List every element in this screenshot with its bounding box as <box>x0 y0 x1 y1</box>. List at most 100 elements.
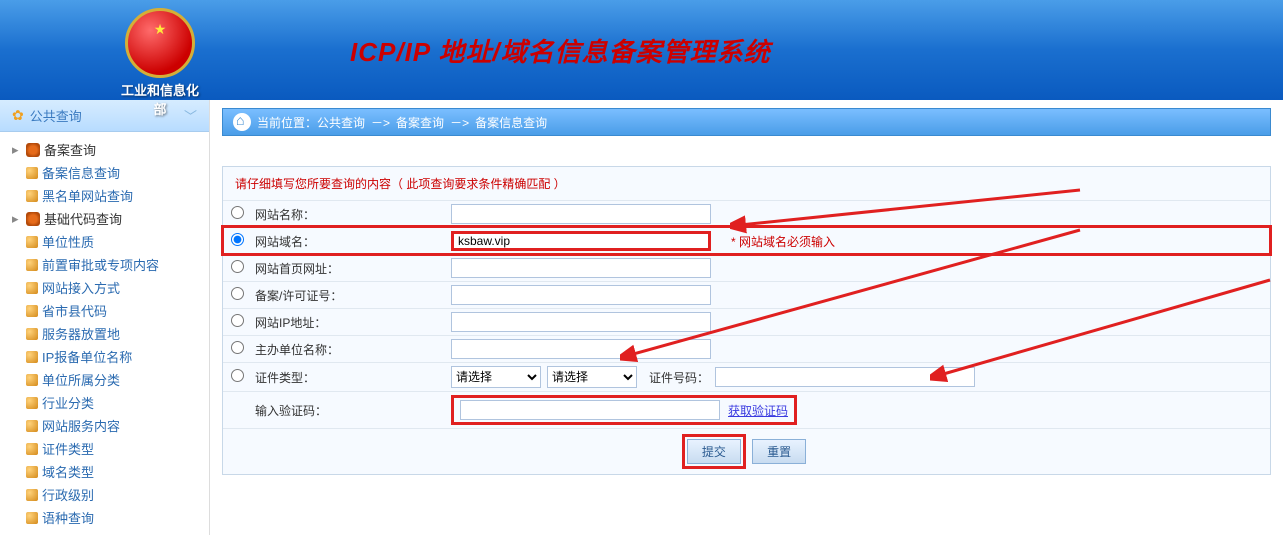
breadcrumb-sep: －> <box>450 116 469 130</box>
bullet-icon <box>26 190 38 202</box>
sidebar-tree: ▸备案查询备案信息查询黑名单网站查询 ▸基础代码查询单位性质前置审批或专项内容网站… <box>0 132 209 535</box>
tree-item[interactable]: 域名类型 <box>8 460 209 483</box>
bullet-icon <box>26 259 38 271</box>
input-site_domain[interactable] <box>451 231 711 251</box>
input-site_homepage[interactable] <box>451 258 711 278</box>
sidebar: ✿ 公共查询 ﹀ ▸备案查询备案信息查询黑名单网站查询▸基础代码查询单位性质前置… <box>0 100 210 535</box>
breadcrumb-sep: －> <box>371 116 390 130</box>
row-record_no: 备案/许可证号： <box>223 281 1270 308</box>
gear-icon <box>26 212 40 226</box>
tree-item[interactable]: IP报备单位名称 <box>8 345 209 368</box>
input-cert-no[interactable] <box>715 367 975 387</box>
radio-site_name[interactable] <box>231 206 244 219</box>
row-captcha: 输入验证码： 获取验证码 <box>223 391 1270 428</box>
tree-item[interactable]: 服务器放置地 <box>8 322 209 345</box>
app-title: ICP/IP 地址/域名信息备案管理系统 <box>350 32 771 69</box>
tree-group-label: 备案查询 <box>44 140 96 159</box>
breadcrumb-item[interactable]: 备案查询 <box>396 116 444 130</box>
input-site_name[interactable] <box>451 204 711 224</box>
tree-item-label: 备案信息查询 <box>42 163 120 182</box>
tree-item-label: 证件类型 <box>42 439 94 458</box>
form-actions: 提交 重置 <box>223 428 1270 474</box>
bullet-icon <box>26 443 38 455</box>
bullet-icon <box>26 305 38 317</box>
bullet-icon <box>26 282 38 294</box>
breadcrumb-item: 备案信息查询 <box>475 116 547 130</box>
tree-item-label: 省市县代码 <box>42 301 107 320</box>
main-content: 当前位置： 公共查询 －> 备案查询 －> 备案信息查询 请仔细填写您所要查询的内容（ … <box>210 100 1283 535</box>
tree-item-label: 服务器放置地 <box>42 324 120 343</box>
input-ip_addr[interactable] <box>451 312 711 332</box>
radio-ip_addr[interactable] <box>231 314 244 327</box>
label-site_domain: 网站域名： <box>251 233 451 250</box>
row-site_homepage: 网站首页网址： <box>223 254 1270 281</box>
breadcrumb: 当前位置： 公共查询 －> 备案查询 －> 备案信息查询 <box>222 108 1271 136</box>
tree-item-label: 黑名单网站查询 <box>42 186 133 205</box>
tree-item[interactable]: 省市县代码 <box>8 299 209 322</box>
radio-record_no[interactable] <box>231 287 244 300</box>
tree-item-label: IP报备单位名称 <box>42 347 132 366</box>
tree-item[interactable]: 行业分类 <box>8 391 209 414</box>
tree-item[interactable]: 行政级别 <box>8 483 209 506</box>
label-ip_addr: 网站IP地址： <box>251 314 451 331</box>
radio-org_name[interactable] <box>231 341 244 354</box>
row-ip_addr: 网站IP地址： <box>223 308 1270 335</box>
tree-item[interactable]: 网站接入方式 <box>8 276 209 299</box>
tree-item[interactable]: 黑名单网站查询 <box>8 184 209 207</box>
tree-group-label: 基础代码查询 <box>44 209 122 228</box>
select-cert-type-1[interactable]: 请选择 <box>451 366 541 388</box>
row-org_name: 主办单位名称： <box>223 335 1270 362</box>
radio-cert-type[interactable] <box>231 369 244 382</box>
bullet-icon <box>26 167 38 179</box>
tree-item-label: 前置审批或专项内容 <box>42 255 159 274</box>
bullet-icon <box>26 351 38 363</box>
row-site_name: 网站名称： <box>223 200 1270 227</box>
captcha-highlight: 获取验证码 <box>451 395 797 425</box>
national-emblem: ★ 工业和信息化部 <box>120 8 200 88</box>
bullet-icon <box>26 236 38 248</box>
bullet-icon <box>26 512 38 524</box>
tree-item-label: 网站接入方式 <box>42 278 120 297</box>
tree-item[interactable]: 单位性质 <box>8 230 209 253</box>
tree-item[interactable]: 网站服务内容 <box>8 414 209 437</box>
row-cert-type: 证件类型： 请选择 请选择 证件号码： <box>223 362 1270 391</box>
form-hint: 请仔细填写您所要查询的内容（ 此项查询要求条件精确匹配 ） <box>223 167 1270 200</box>
bullet-icon <box>26 420 38 432</box>
home-icon[interactable] <box>233 113 251 131</box>
tree-item[interactable]: 证件类型 <box>8 437 209 460</box>
label-site_name: 网站名称： <box>251 206 451 223</box>
breadcrumb-prefix: 当前位置： <box>257 114 317 131</box>
radio-site_domain[interactable] <box>231 233 244 246</box>
radio-site_homepage[interactable] <box>231 260 244 273</box>
tree-item-label: 单位性质 <box>42 232 94 251</box>
tree-item-label: 语种查询 <box>42 508 94 527</box>
tree-item-label: 域名类型 <box>42 462 94 481</box>
label-org_name: 主办单位名称： <box>251 341 451 358</box>
tree-item[interactable]: 单位所属分类 <box>8 368 209 391</box>
label-cert-no: 证件号码： <box>649 369 709 386</box>
tree-item-label: 行业分类 <box>42 393 94 412</box>
submit-button[interactable]: 提交 <box>687 439 741 464</box>
app-header: ★ 工业和信息化部 ICP/IP 地址/域名信息备案管理系统 <box>0 0 1283 100</box>
sidebar-section-title: 公共查询 <box>30 106 82 125</box>
tree-item-label: 网站服务内容 <box>42 416 120 435</box>
tree-group[interactable]: ▸备案查询 <box>8 138 209 161</box>
tree-group[interactable]: ▸基础代码查询 <box>8 207 209 230</box>
row-site_domain: 网站域名：* 网站域名必须输入 <box>223 227 1270 254</box>
star-icon: ✿ <box>12 107 24 124</box>
get-captcha-link[interactable]: 获取验证码 <box>728 402 788 419</box>
select-cert-type-2[interactable]: 请选择 <box>547 366 637 388</box>
reset-button[interactable]: 重置 <box>752 439 806 464</box>
tree-item[interactable]: 备案信息查询 <box>8 161 209 184</box>
tree-item[interactable]: 语种查询 <box>8 506 209 529</box>
tree-item-label: 单位所属分类 <box>42 370 120 389</box>
breadcrumb-item[interactable]: 公共查询 <box>317 116 365 130</box>
label-record_no: 备案/许可证号： <box>251 287 451 304</box>
bullet-icon <box>26 328 38 340</box>
input-record_no[interactable] <box>451 285 711 305</box>
input-captcha[interactable] <box>460 400 720 420</box>
input-org_name[interactable] <box>451 339 711 359</box>
bullet-icon <box>26 397 38 409</box>
gear-icon <box>26 143 40 157</box>
tree-item[interactable]: 前置审批或专项内容 <box>8 253 209 276</box>
